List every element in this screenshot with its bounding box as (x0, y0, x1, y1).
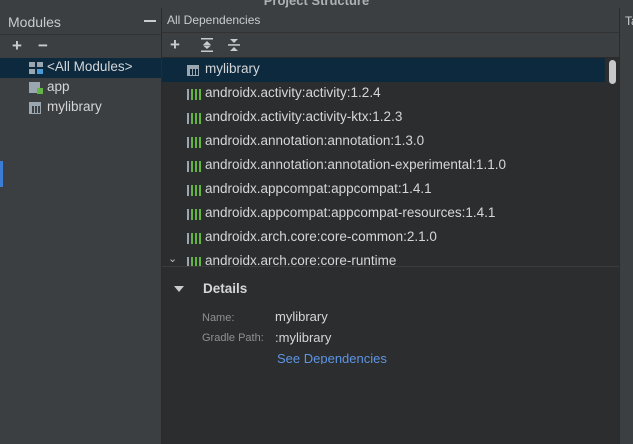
name-label: Name: (202, 312, 235, 324)
modules-toolbar: + − (0, 36, 161, 58)
dependency-row[interactable]: androidx.annotation:annotation-experimen… (162, 154, 605, 178)
dependency-label: androidx.appcompat:appcompat-resources:1… (205, 205, 496, 220)
collapse-triangle-icon[interactable] (174, 286, 184, 292)
dependency-label: androidx.annotation:annotation:1.3.0 (205, 133, 425, 148)
module-icon (187, 65, 199, 76)
library-icon (187, 257, 201, 266)
library-icon (187, 161, 201, 172)
gradle-path-value: :mylibrary (275, 330, 332, 345)
dependencies-panel: All Dependencies + mylibrary androidx.ac… (162, 8, 619, 444)
library-icon (187, 113, 201, 124)
remove-module-icon[interactable]: − (35, 37, 51, 54)
module-item-app[interactable]: app (0, 78, 161, 98)
dependency-row[interactable]: androidx.annotation:annotation:1.3.0 (162, 130, 605, 154)
module-item-label: <All Modules> (47, 59, 133, 74)
library-icon (187, 209, 201, 220)
dependencies-list: mylibrary androidx.activity:activity:1.2… (162, 58, 619, 266)
window-titlebar: Project Structure (0, 0, 633, 8)
dependency-row[interactable]: androidx.arch.core:core-common:2.1.0 (162, 226, 605, 250)
library-icon (187, 89, 201, 100)
details-title: Details (203, 281, 248, 296)
add-module-icon[interactable]: + (9, 37, 25, 54)
modules-panel: Modules + − <All Modules> app mylibrary (0, 8, 162, 444)
chevron-down-icon[interactable]: ⌄ (168, 252, 177, 265)
expand-all-icon[interactable] (200, 38, 214, 52)
dependency-label: androidx.arch.core:core-common:2.1.0 (205, 229, 437, 244)
details-panel: Details Name: mylibrary Gradle Path: :my… (162, 275, 619, 444)
module-item-mylibrary[interactable]: mylibrary (0, 98, 161, 118)
dependency-label: androidx.annotation:annotation-experimen… (205, 157, 506, 172)
dependency-row[interactable]: androidx.appcompat:appcompat-resources:1… (162, 202, 605, 226)
dependencies-scrollbar[interactable] (606, 58, 619, 266)
modules-header: Modules (0, 8, 161, 35)
dependency-label: androidx.activity:activity:1.2.4 (205, 85, 381, 100)
dependencies-header-label: All Dependencies (167, 13, 261, 27)
see-dependencies-link[interactable]: See Dependencies (277, 351, 387, 364)
gradle-path-label: Gradle Path: (202, 332, 264, 344)
dependency-label: androidx.activity:activity-ktx:1.2.3 (205, 109, 403, 124)
dependency-row[interactable]: androidx.appcompat:appcompat:1.4.1 (162, 178, 605, 202)
dependency-label: androidx.appcompat:appcompat:1.4.1 (205, 181, 432, 196)
add-dependency-icon[interactable]: + (167, 36, 183, 53)
scrollbar-thumb[interactable] (609, 60, 616, 84)
module-item-all[interactable]: <All Modules> (0, 58, 161, 78)
selection-accent-bar (0, 161, 3, 187)
library-icon (187, 137, 201, 148)
module-item-label: mylibrary (47, 99, 102, 114)
dependencies-toolbar: + (162, 33, 619, 58)
dependency-label: androidx.arch.core:core-runtime (205, 253, 397, 266)
collapse-all-icon[interactable] (227, 38, 241, 52)
dependency-label: mylibrary (205, 61, 260, 76)
modules-header-label: Modules (8, 14, 61, 30)
all-modules-icon (29, 62, 43, 74)
library-module-icon (29, 102, 41, 114)
module-item-label: app (47, 79, 70, 94)
library-icon (187, 185, 201, 196)
dependency-row-expandable[interactable]: ⌄ androidx.arch.core:core-runtime (162, 250, 605, 266)
library-icon (187, 233, 201, 244)
app-module-icon (29, 82, 43, 94)
dependencies-header: All Dependencies (162, 8, 619, 33)
right-side-strip: Ta (619, 8, 633, 444)
collapse-icon[interactable] (144, 20, 156, 22)
right-tab-label[interactable]: Ta (625, 14, 633, 28)
dependency-row-mylibrary[interactable]: mylibrary (162, 58, 605, 82)
name-value: mylibrary (275, 309, 328, 324)
dependency-row[interactable]: androidx.activity:activity-ktx:1.2.3 (162, 106, 605, 130)
window-title: Project Structure (263, 0, 370, 8)
dependency-row[interactable]: androidx.activity:activity:1.2.4 (162, 82, 605, 106)
